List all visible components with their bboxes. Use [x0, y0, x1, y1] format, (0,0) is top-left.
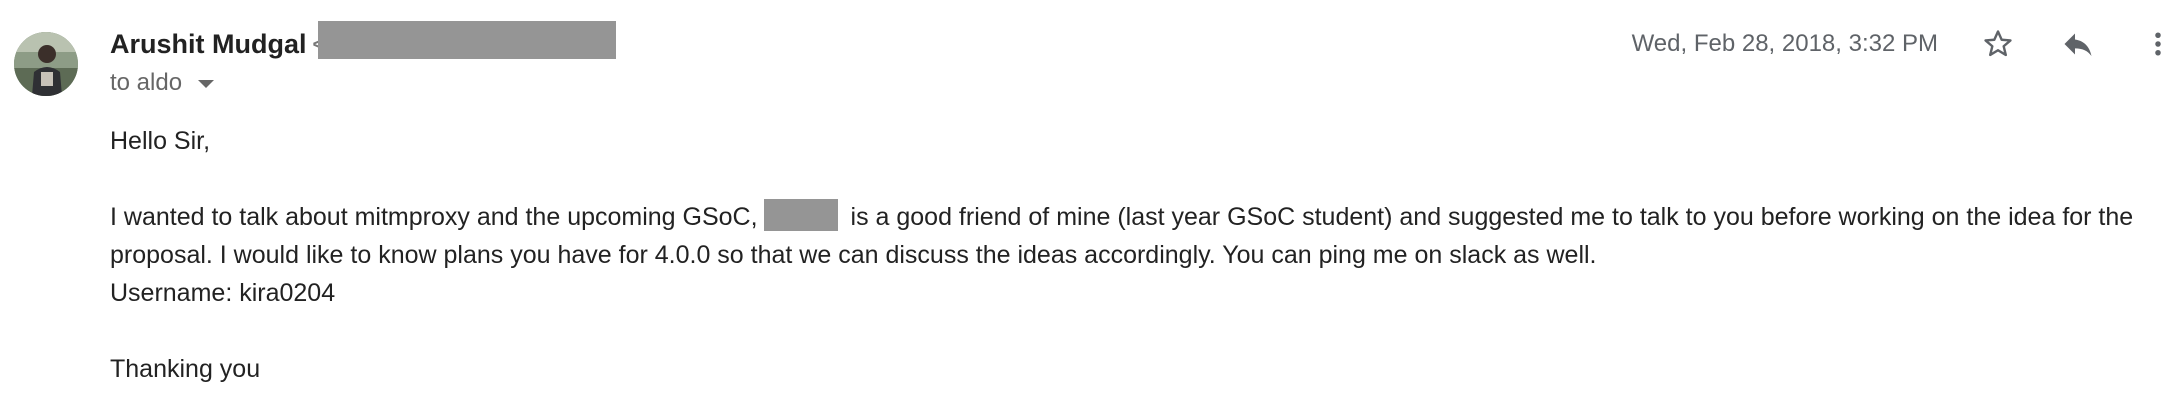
more-options-button[interactable]	[2136, 22, 2180, 66]
message-date: Wed, Feb 28, 2018, 3:32 PM	[1631, 30, 1938, 57]
closing: Thanking you	[110, 355, 261, 383]
paragraph-start: I wanted to talk about mitmproxy and the…	[110, 203, 758, 231]
sender-name[interactable]: Arushit Mudgal	[110, 26, 307, 62]
username-line: Username: kira0204	[110, 279, 336, 307]
redacted-sender-email	[318, 21, 616, 59]
reply-icon	[2064, 33, 2092, 56]
star-button[interactable]	[1976, 22, 2020, 66]
more-vert-icon	[2155, 32, 2161, 56]
caret-down-icon	[198, 80, 215, 88]
reply-button[interactable]	[2056, 22, 2100, 66]
star-icon	[1984, 30, 2012, 57]
to-line-text: to aldo	[110, 69, 183, 96]
main-paragraph: I wanted to talk about mitmproxy and the…	[110, 198, 2170, 274]
greeting: Hello Sir,	[110, 127, 211, 155]
recipient-details-toggle[interactable]: to aldo	[110, 66, 215, 100]
sender-avatar[interactable]	[14, 32, 78, 96]
redacted-name	[763, 199, 838, 231]
message-body: Hello Sir, I wanted to talk about mitmpr…	[110, 122, 2170, 388]
